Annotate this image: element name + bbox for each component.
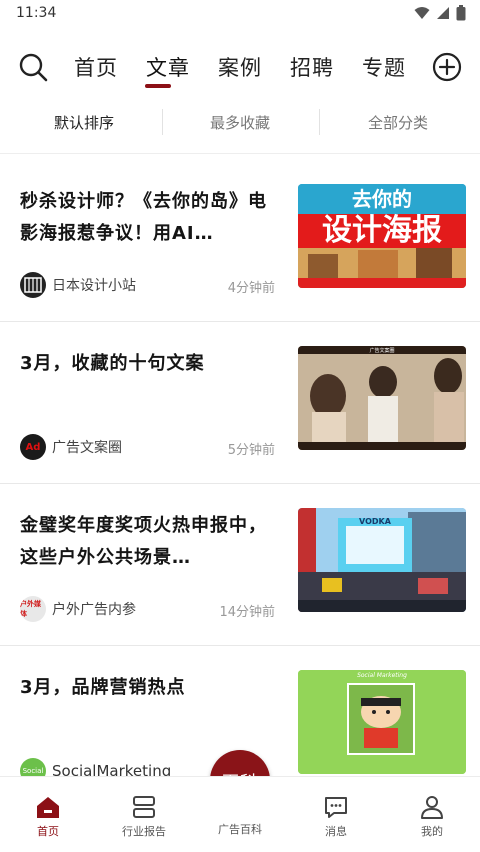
article-title[interactable]: 3月，品牌营销热点: [20, 672, 284, 704]
search-icon[interactable]: [18, 52, 48, 82]
status-bar: 11:34: [0, 0, 480, 28]
top-nav: 首页 文章 案例 招聘 专题: [0, 44, 480, 92]
article-thumbnail[interactable]: Social Marketing: [298, 670, 466, 774]
source-name: 广告文案圈: [52, 440, 122, 456]
avatar: 户外媒体: [20, 596, 46, 622]
signal-icon: [437, 7, 449, 19]
battery-icon: [456, 5, 466, 21]
wifi-icon: [414, 7, 430, 19]
tab-cases[interactable]: 案例: [218, 52, 262, 82]
article-source[interactable]: Ad 广告文案圈: [20, 434, 122, 460]
bottom-nav-label: 广告百科: [218, 823, 262, 836]
article-source[interactable]: 日本设计小站: [20, 272, 136, 298]
bottom-nav-messages[interactable]: 消息: [296, 793, 376, 839]
tab-jobs[interactable]: 招聘: [290, 52, 334, 82]
add-icon[interactable]: [432, 52, 462, 82]
bottom-nav-reports[interactable]: 行业报告: [104, 793, 184, 839]
thumb-text: VODKA: [359, 517, 392, 526]
source-name: 户外广告内参: [52, 602, 136, 618]
article-item[interactable]: 金璧奖年度奖项火热申报中，这些户外公共场景… 户外媒体 户外广告内参 14分钟前…: [0, 484, 480, 646]
sort-all-categories[interactable]: 全部分类: [318, 112, 478, 133]
avatar: [20, 272, 46, 298]
bottom-nav-home[interactable]: 首页: [8, 793, 88, 839]
bottom-nav-label: 行业报告: [122, 825, 166, 838]
bottom-nav: 首页 行业报告 广告百科 消息 我的: [0, 776, 480, 852]
thumb-text: 广告文案圈: [369, 347, 394, 354]
avatar: Ad: [20, 434, 46, 460]
source-name: 日本设计小站: [52, 278, 136, 294]
tab-active-indicator: [145, 84, 171, 88]
bottom-nav-profile[interactable]: 我的: [392, 793, 472, 839]
nav-tabs: 首页 文章 案例 招聘 专题: [62, 44, 422, 92]
article-time: 5分钟前: [227, 443, 275, 458]
article-thumbnail[interactable]: 去你的 设计海报: [298, 184, 466, 288]
article-time: 4分钟前: [227, 281, 275, 296]
tab-articles[interactable]: 文章: [146, 52, 190, 82]
article-item[interactable]: 秒杀设计师？《去你的岛》电影海报惹争议！用AI… 日本设计小站 4分钟前 去你的…: [0, 160, 480, 322]
article-title[interactable]: 3月，收藏的十句文案: [20, 348, 284, 380]
sort-bar: 默认排序 最多收藏 全部分类: [0, 100, 480, 146]
tab-home[interactable]: 首页: [74, 52, 118, 82]
thumb-text: Social Marketing: [357, 672, 407, 679]
article-thumbnail[interactable]: VODKA: [298, 508, 466, 612]
article-time: 14分钟前: [219, 605, 275, 620]
bottom-nav-label: 我的: [421, 825, 443, 838]
sort-default[interactable]: 默认排序: [4, 112, 164, 133]
tab-topics[interactable]: 专题: [362, 52, 406, 82]
status-time: 11:34: [16, 5, 57, 21]
message-icon: [325, 797, 347, 818]
sort-most-favorited[interactable]: 最多收藏: [160, 112, 320, 133]
article-source[interactable]: 户外媒体 户外广告内参: [20, 596, 136, 622]
report-icon: [133, 796, 155, 818]
home-icon: [37, 797, 59, 818]
article-thumbnail[interactable]: 广告文案圈: [298, 346, 466, 450]
status-icons: [414, 5, 466, 21]
user-icon: [421, 796, 443, 819]
bottom-nav-label: 首页: [37, 825, 59, 838]
thumb-text: 设计海报: [322, 213, 442, 248]
article-title[interactable]: 金璧奖年度奖项火热申报中，这些户外公共场景…: [20, 510, 284, 574]
article-item[interactable]: 3月，收藏的十句文案 Ad 广告文案圈 5分钟前 广告文案圈: [0, 322, 480, 484]
article-title[interactable]: 秒杀设计师？《去你的岛》电影海报惹争议！用AI…: [20, 186, 284, 250]
thumb-text: 去你的: [352, 187, 412, 211]
divider: [0, 153, 480, 154]
bottom-nav-label: 消息: [325, 825, 347, 838]
bottom-nav-encyclopedia[interactable]: 广告百科: [200, 821, 280, 837]
